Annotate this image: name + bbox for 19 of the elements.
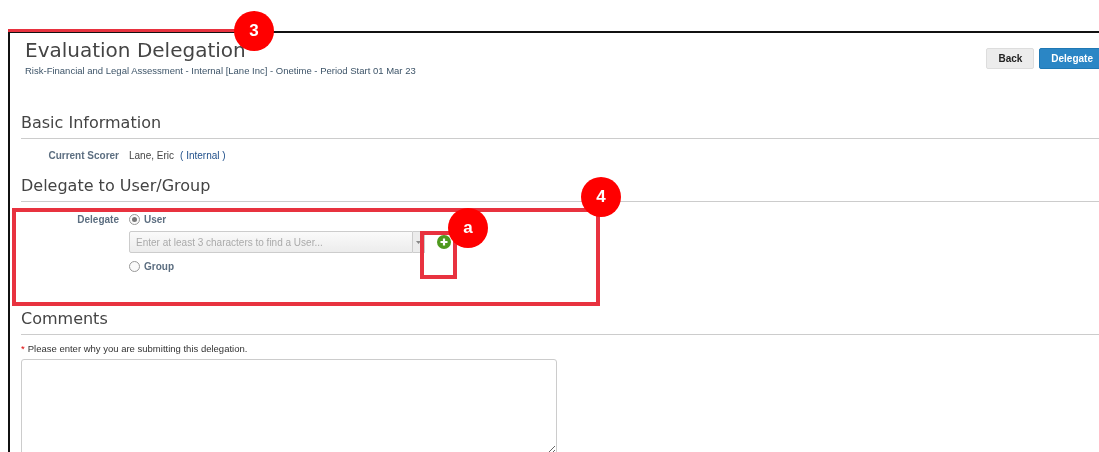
comment-field[interactable] bbox=[21, 359, 557, 452]
delegate-button[interactable]: Delegate bbox=[1039, 48, 1099, 69]
step-marker: a bbox=[448, 208, 488, 248]
page-subtitle: Risk-Financial and Legal Assessment - Internal [Lane Inc] - Onetime - Period Start 01 Mar 23 bbox=[24, 65, 416, 76]
user-search-field[interactable]: Enter at least 3 characters to find a User... bbox=[129, 231, 413, 253]
scorer-type: ( Internal ) bbox=[180, 150, 226, 161]
step-marker: 4 bbox=[581, 177, 621, 217]
back-button[interactable]: Back bbox=[986, 48, 1035, 69]
radio-button[interactable] bbox=[129, 261, 140, 272]
radio-button[interactable] bbox=[129, 214, 140, 225]
add-icon[interactable] bbox=[437, 235, 451, 249]
field-label: Delegate bbox=[76, 214, 120, 225]
radio-label: Group bbox=[144, 261, 174, 272]
section-heading: Basic Information bbox=[21, 112, 1099, 139]
section-heading: Comments bbox=[21, 308, 1099, 335]
scorer-name: Lane, Eric bbox=[129, 150, 175, 161]
radio-label: User bbox=[144, 214, 167, 225]
comment-prompt: * Please enter why you are submitting this delegation. bbox=[21, 343, 249, 354]
field-label: Current Scorer bbox=[47, 150, 120, 161]
